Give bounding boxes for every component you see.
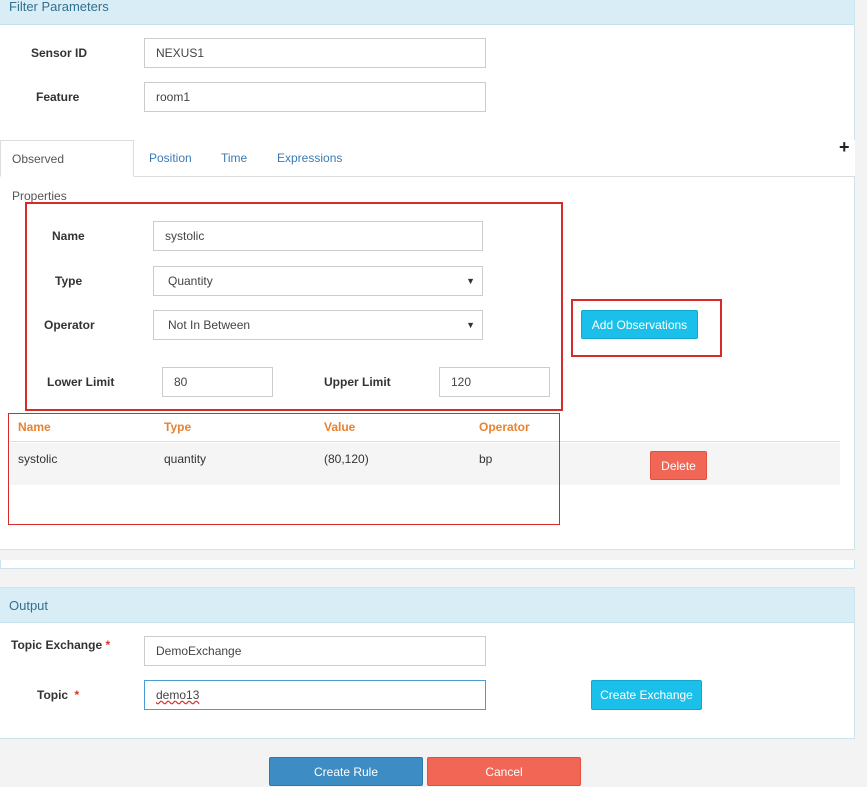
observation-operator-select[interactable]: Not In Between ▼ xyxy=(153,310,483,340)
tab-position[interactable]: Position xyxy=(149,140,192,177)
topic-exchange-label: Topic Exchange * xyxy=(11,638,110,652)
filter-parameters-heading: Filter Parameters xyxy=(0,0,854,25)
panel-divider xyxy=(0,560,855,569)
tab-expressions[interactable]: Expressions xyxy=(277,140,342,177)
output-title: Output xyxy=(9,598,49,613)
topic-exchange-input[interactable]: DemoExchange xyxy=(144,636,486,666)
topic-label: Topic * xyxy=(37,688,79,702)
topic-input-value: demo13 xyxy=(156,688,200,702)
feature-input[interactable]: room1 xyxy=(144,82,486,112)
topic-input[interactable]: demo13 xyxy=(144,680,486,710)
topic-exchange-label-text: Topic Exchange xyxy=(11,638,103,652)
delete-row-button[interactable]: Delete xyxy=(650,451,707,480)
operator-chevron-down-icon: ▼ xyxy=(466,320,475,330)
lower-limit-input[interactable]: 80 xyxy=(162,367,273,397)
observation-name-label: Name xyxy=(52,229,85,243)
observation-type-label: Type xyxy=(55,274,83,288)
upper-limit-input[interactable]: 120 xyxy=(439,367,550,397)
observation-operator-label: Operator xyxy=(44,318,95,332)
topic-label-text: Topic xyxy=(37,688,69,702)
sensor-id-input[interactable]: NEXUS1 xyxy=(144,38,486,68)
observation-type-value: Quantity xyxy=(168,274,213,288)
type-chevron-down-icon: ▼ xyxy=(466,276,475,286)
lower-limit-label: Lower Limit xyxy=(47,375,115,389)
property-tabs: Observed Properties Position Time Expres… xyxy=(0,140,855,203)
observation-type-select[interactable]: Quantity ▼ xyxy=(153,266,483,296)
add-observations-button[interactable]: Add Observations xyxy=(581,310,698,339)
create-rule-button[interactable]: Create Rule xyxy=(269,757,423,786)
tab-observed-properties[interactable]: Observed Properties xyxy=(0,140,134,203)
required-marker: * xyxy=(105,638,111,652)
table-highlight xyxy=(8,413,560,525)
create-exchange-button[interactable]: Create Exchange xyxy=(591,680,702,710)
add-tab-plus-icon[interactable]: + xyxy=(839,137,850,158)
upper-limit-label: Upper Limit xyxy=(324,375,391,389)
filter-parameters-title: Filter Parameters xyxy=(9,0,109,14)
output-heading: Output xyxy=(0,588,854,623)
sensor-id-label: Sensor ID xyxy=(31,46,88,60)
observation-name-input[interactable]: systolic xyxy=(153,221,483,251)
cancel-button[interactable]: Cancel xyxy=(427,757,581,786)
tab-time[interactable]: Time xyxy=(221,140,247,177)
feature-label: Feature xyxy=(36,90,80,104)
required-marker: * xyxy=(74,688,80,702)
observation-operator-value: Not In Between xyxy=(168,318,251,332)
